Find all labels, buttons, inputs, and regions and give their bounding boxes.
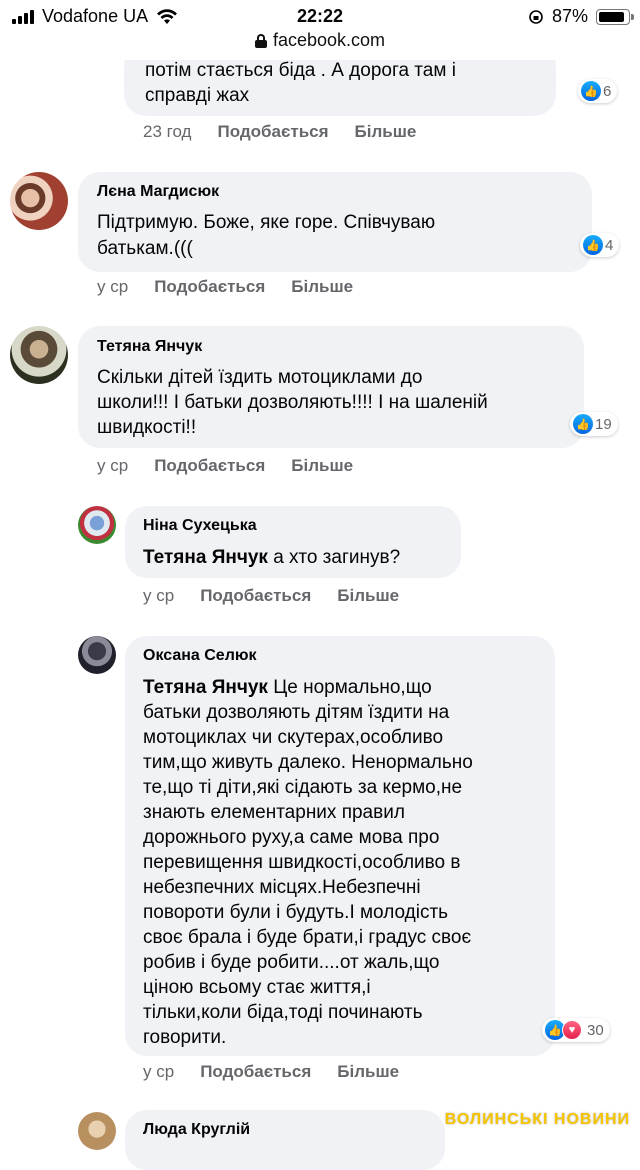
like-icon: 👍 (583, 235, 603, 255)
comment-text-line: ціною всьому стає життя,і (143, 977, 371, 998)
comment-actions: у ср Подобається Більше (143, 586, 399, 606)
comment-text-line: Тетяна Янчук а хто загинув? (143, 545, 400, 570)
reply-bubble (125, 1110, 445, 1170)
more-button[interactable]: Більше (291, 456, 353, 476)
comment-text-line: перевищення швидкості,особливо в (143, 852, 461, 873)
like-icon: 👍 (573, 414, 593, 434)
love-icon: ♥ (562, 1020, 582, 1040)
comment-actions: у ср Подобається Більше (143, 1062, 399, 1082)
comment-author[interactable]: Ніна Сухецька (143, 517, 257, 535)
comment-text-line: швидкості!! (97, 417, 197, 438)
reply-text: а хто загинув? (267, 547, 401, 568)
url-bar[interactable]: facebook.com (0, 30, 640, 51)
reaction-number: 19 (595, 415, 612, 433)
comment-text-line: знають елементарних правил (143, 802, 405, 823)
comment-time[interactable]: у ср (97, 277, 128, 297)
comment-text-line: те,що ті діти,які сідають за кермо,не (143, 777, 463, 798)
comment-time[interactable]: 23 год (143, 122, 191, 142)
avatar[interactable] (10, 172, 68, 230)
comment-text-line: школи!!! І батьки дозволяють!!!! І на ша… (97, 392, 488, 413)
comment-text-line: батьки дозволяють дітям їздити на (143, 702, 450, 723)
comment-author[interactable]: Люда Круглій (143, 1121, 250, 1139)
comment-text-line: потім стається біда . А дорога там і (145, 60, 456, 81)
comment-actions: у ср Подобається Більше (97, 277, 353, 297)
battery-icon (596, 8, 634, 25)
comment-text-line: справді жах (145, 85, 250, 106)
comment-text-line: Підтримую. Боже, яке горе. Співчуваю (97, 212, 436, 233)
comment-text-line: небезпечних місцях.Небезпечні (143, 877, 421, 898)
comment-time[interactable]: у ср (143, 1062, 174, 1082)
comment-text-line: батькам.((( (97, 238, 193, 259)
more-button[interactable]: Більше (337, 1062, 399, 1082)
more-button[interactable]: Більше (355, 122, 417, 142)
comment-text-line: повороти були і будуть.І молодість (143, 902, 449, 923)
avatar[interactable] (78, 506, 116, 544)
comment-actions: 23 год Подобається Більше (143, 122, 416, 142)
battery-percent: 87% (551, 6, 588, 26)
watermark: ВОЛИНСЬКІ НОВИНИ (444, 1111, 630, 1128)
comment-text-line: Скільки дітей їздить мотоциклами до (97, 367, 423, 388)
reaction-number: 6 (603, 82, 612, 100)
comment-text-line: Тетяна Янчук Це нормально,що (143, 675, 432, 700)
avatar[interactable] (10, 326, 68, 384)
like-button[interactable]: Подобається (200, 586, 311, 606)
like-button[interactable]: Подобається (200, 1062, 311, 1082)
like-button[interactable]: Подобається (217, 122, 328, 142)
comment-text-line: мотоциклах чи скутерах,особливо (143, 727, 444, 748)
lock-icon (254, 33, 267, 48)
like-button[interactable]: Подобається (154, 456, 265, 476)
comment-author[interactable]: Оксана Селюк (143, 647, 257, 665)
avatar[interactable] (78, 1112, 116, 1150)
reaction-count[interactable]: 👍 19 (570, 412, 618, 436)
reaction-number: 30 (587, 1021, 604, 1039)
mention-link[interactable]: Тетяна Янчук (143, 547, 268, 568)
reply-text: Це нормально,що (267, 677, 432, 698)
comment-text-line: дорожнього руху,а саме мова про (143, 827, 440, 848)
like-icon: 👍 (581, 81, 601, 101)
status-bar: Vodafone UA 22:22 87% facebook.com (0, 0, 640, 60)
status-right: 87% (528, 6, 634, 27)
comment-time[interactable]: у ср (143, 586, 174, 606)
reaction-number: 4 (605, 236, 614, 254)
comment-text-line: своє брала і буде брати,і градус своє (143, 927, 472, 948)
comment-actions: у ср Подобається Більше (97, 456, 353, 476)
orientation-lock-icon (529, 9, 543, 24)
comment-author[interactable]: Лєна Магдисюк (97, 183, 219, 201)
reaction-count[interactable]: 👍 4 (580, 233, 620, 257)
comment-text-line: тільки,коли біда,тоді починають (143, 1002, 423, 1023)
more-button[interactable]: Більше (337, 586, 399, 606)
comment-author[interactable]: Тетяна Янчук (97, 338, 202, 356)
url-text: facebook.com (272, 30, 386, 50)
comment-time[interactable]: у ср (97, 456, 128, 476)
like-button[interactable]: Подобається (154, 277, 265, 297)
reaction-count[interactable]: 👍 6 (578, 79, 618, 103)
mention-link[interactable]: Тетяна Янчук (143, 677, 268, 698)
more-button[interactable]: Більше (291, 277, 353, 297)
reaction-count[interactable]: 👍 ♥ 30 (542, 1018, 610, 1042)
comment-text-line: робив і буде робити....от жаль,що (143, 952, 440, 973)
avatar[interactable] (78, 636, 116, 674)
comment-text-line: тим,що живуть далеко. Ненормально (143, 752, 473, 773)
comment-text-line: говорити. (143, 1027, 227, 1048)
